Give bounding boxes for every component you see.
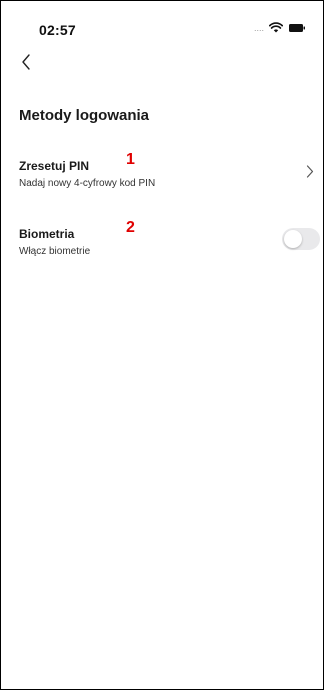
- back-button[interactable]: [19, 50, 43, 76]
- status-bar: 02:57 ....: [1, 1, 323, 38]
- biometrics-toggle[interactable]: [282, 228, 320, 250]
- chevron-left-icon: [22, 54, 30, 70]
- annotation-marker-1: 1: [126, 151, 135, 168]
- status-time: 02:57: [39, 22, 76, 38]
- signal-icon: ....: [254, 23, 265, 33]
- toggle-knob: [284, 230, 302, 248]
- biometrics-subtitle: Włącz biometrie: [19, 246, 91, 257]
- biometrics-row: Biometria 2 Włącz biometrie: [1, 219, 323, 263]
- app-screen: 02:57 .... Metody logowania Zresetuj PIN…: [0, 0, 324, 690]
- reset-pin-subtitle: Nadaj nowy 4-cyfrowy kod PIN: [19, 178, 156, 189]
- reset-pin-row[interactable]: Zresetuj PIN 1 Nadaj nowy 4-cyfrowy kod …: [1, 151, 323, 191]
- chevron-right-icon: [306, 165, 314, 178]
- biometrics-title: Biometria: [19, 227, 75, 241]
- reset-pin-title: Zresetuj PIN: [19, 159, 90, 173]
- wifi-icon: [269, 22, 283, 33]
- page-title: Metody logowania: [19, 107, 150, 124]
- battery-icon: [289, 24, 305, 32]
- annotation-marker-2: 2: [126, 219, 135, 236]
